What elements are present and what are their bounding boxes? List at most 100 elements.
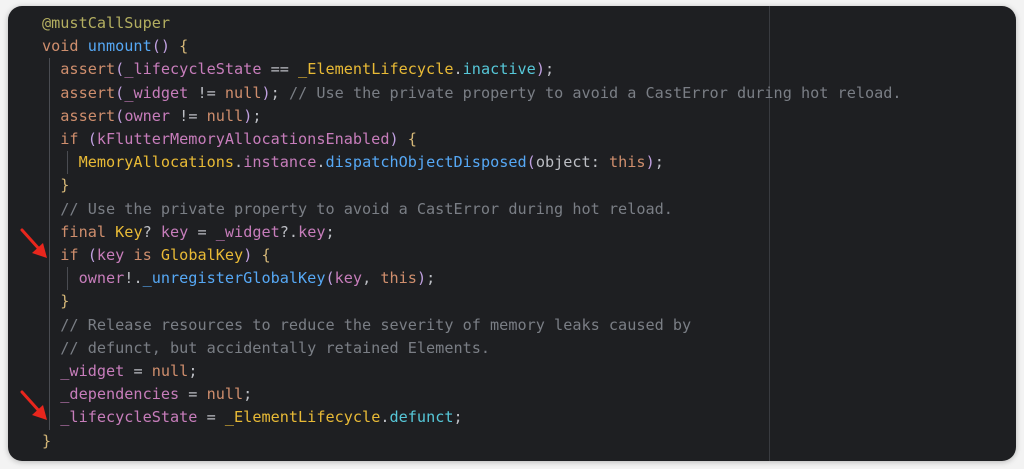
code-token: unmount [87, 37, 152, 56]
code-token: _ElementLifecycle [224, 408, 381, 427]
code-token: = [124, 362, 152, 380]
code-line: // defunct, but accidentally retained El… [42, 337, 490, 360]
code-token: null [224, 83, 262, 102]
code-token: ) [645, 153, 655, 172]
code-token: key [160, 222, 189, 241]
code-token: ) [243, 246, 262, 264]
code-token: ; [544, 60, 555, 79]
code-token: void [42, 37, 88, 56]
code-token: ; [270, 83, 289, 102]
code-token: _dependencies [42, 385, 180, 404]
code-token: ) [261, 83, 271, 102]
code-token: () [151, 37, 180, 56]
indent-guide [67, 267, 68, 291]
code-token: object: [535, 153, 609, 172]
code-token: final [42, 222, 116, 241]
code-token: assert [42, 60, 116, 79]
code-line: } [42, 290, 69, 313]
code-token: ( [526, 153, 536, 172]
code-token: key [96, 246, 125, 264]
code-token: { [261, 246, 271, 264]
code-line: _dependencies = null; [42, 383, 252, 406]
code-token: != [170, 106, 207, 125]
code-token: assert [42, 106, 116, 125]
code-token: instance [243, 153, 317, 172]
code-line: } [42, 430, 51, 453]
code-line: // Use the private property to avoid a C… [42, 198, 673, 221]
code-token: ; [252, 106, 262, 125]
code-line: if (kFlutterMemoryAllocationsEnabled) { [42, 128, 417, 151]
code-line: @mustCallSuper [42, 12, 170, 35]
red-arrow-icon [20, 228, 47, 258]
code-editor[interactable]: @mustCallSuper void unmount() { assert(_l… [8, 6, 1016, 461]
code-token: owner [124, 106, 171, 125]
code-token: } [42, 292, 70, 311]
code-line: MemoryAllocations.instance.dispatchObjec… [42, 151, 664, 174]
code-token: _widget [42, 362, 125, 380]
code-line: // Release resources to reduce the sever… [42, 314, 691, 337]
code-token: , [362, 269, 381, 288]
code-token: _lifecycleState [42, 408, 198, 427]
code-token: ) [243, 106, 253, 125]
code-token: ; [188, 362, 198, 380]
code-token: this [608, 153, 646, 172]
code-token: ( [325, 269, 335, 288]
code-line: _lifecycleState = _ElementLifecycle.defu… [42, 406, 463, 429]
code-token: ( [87, 246, 97, 264]
code-line: void unmount() { [42, 35, 188, 58]
code-line: final Key? key = _widget?.key; [42, 221, 334, 244]
code-token: ; [243, 385, 253, 404]
code-token: Key [115, 222, 143, 241]
code-token: . [453, 60, 463, 79]
code-token: . [380, 408, 390, 427]
indent-guide [67, 151, 68, 175]
red-arrow-icon [20, 390, 47, 420]
code-token: inactive [462, 60, 536, 79]
code-token: // defunct, but accidentally retained El… [42, 338, 491, 357]
code-token: // Release resources to reduce the sever… [42, 315, 692, 334]
code-token: { [179, 37, 189, 56]
code-token: ) [535, 60, 545, 79]
code-token: owner [42, 269, 125, 288]
code-token: null [206, 106, 244, 125]
code-token: _widget [124, 83, 189, 102]
code-token: ( [115, 60, 125, 79]
code-token: } [42, 431, 52, 450]
code-token: ?. [279, 222, 299, 241]
code-token: _widget [215, 222, 280, 241]
code-token: // Use the private property to avoid a C… [42, 199, 673, 218]
code-token: ? [142, 222, 161, 241]
code-token: ; [654, 153, 664, 172]
code-line: owner!._unregisterGlobalKey(key, this); [42, 267, 436, 290]
code-token: ( [115, 83, 125, 102]
code-token: != [188, 83, 225, 102]
code-token: ) [389, 130, 408, 148]
code-token: this [380, 269, 417, 288]
code-token: } [42, 176, 70, 195]
code-token: !. [124, 269, 143, 288]
code-token: ( [115, 106, 125, 125]
code-line: assert(_lifecycleState == _ElementLifecy… [42, 58, 554, 81]
code-line: if (key is GlobalKey) { [42, 244, 271, 267]
code-line: assert(_widget != null); // Use the priv… [42, 82, 901, 105]
code-token: ) [416, 269, 427, 288]
code-token: GlobalKey [160, 246, 244, 264]
code-token: == [261, 60, 299, 79]
code-token: assert [42, 83, 116, 102]
code-line: _widget = null; [42, 360, 197, 383]
right-margin-guide [769, 6, 770, 461]
code-token: key [334, 269, 363, 288]
code-token: = [179, 385, 207, 404]
code-token: ( [87, 130, 97, 148]
code-token: kFlutterMemoryAllocationsEnabled [96, 130, 390, 148]
code-token: ; [453, 408, 463, 427]
code-token: key [298, 222, 326, 241]
code-token: defunct [389, 408, 454, 427]
screenshot-frame: @mustCallSuper void unmount() { assert(_l… [8, 6, 1016, 461]
code-token: dispatchObjectDisposed [325, 153, 527, 172]
code-token: { [407, 130, 417, 148]
code-token: @mustCallSuper [42, 14, 171, 32]
code-token: . [234, 153, 244, 172]
code-token: _unregisterGlobalKey [142, 269, 326, 288]
code-token: = [188, 222, 216, 241]
